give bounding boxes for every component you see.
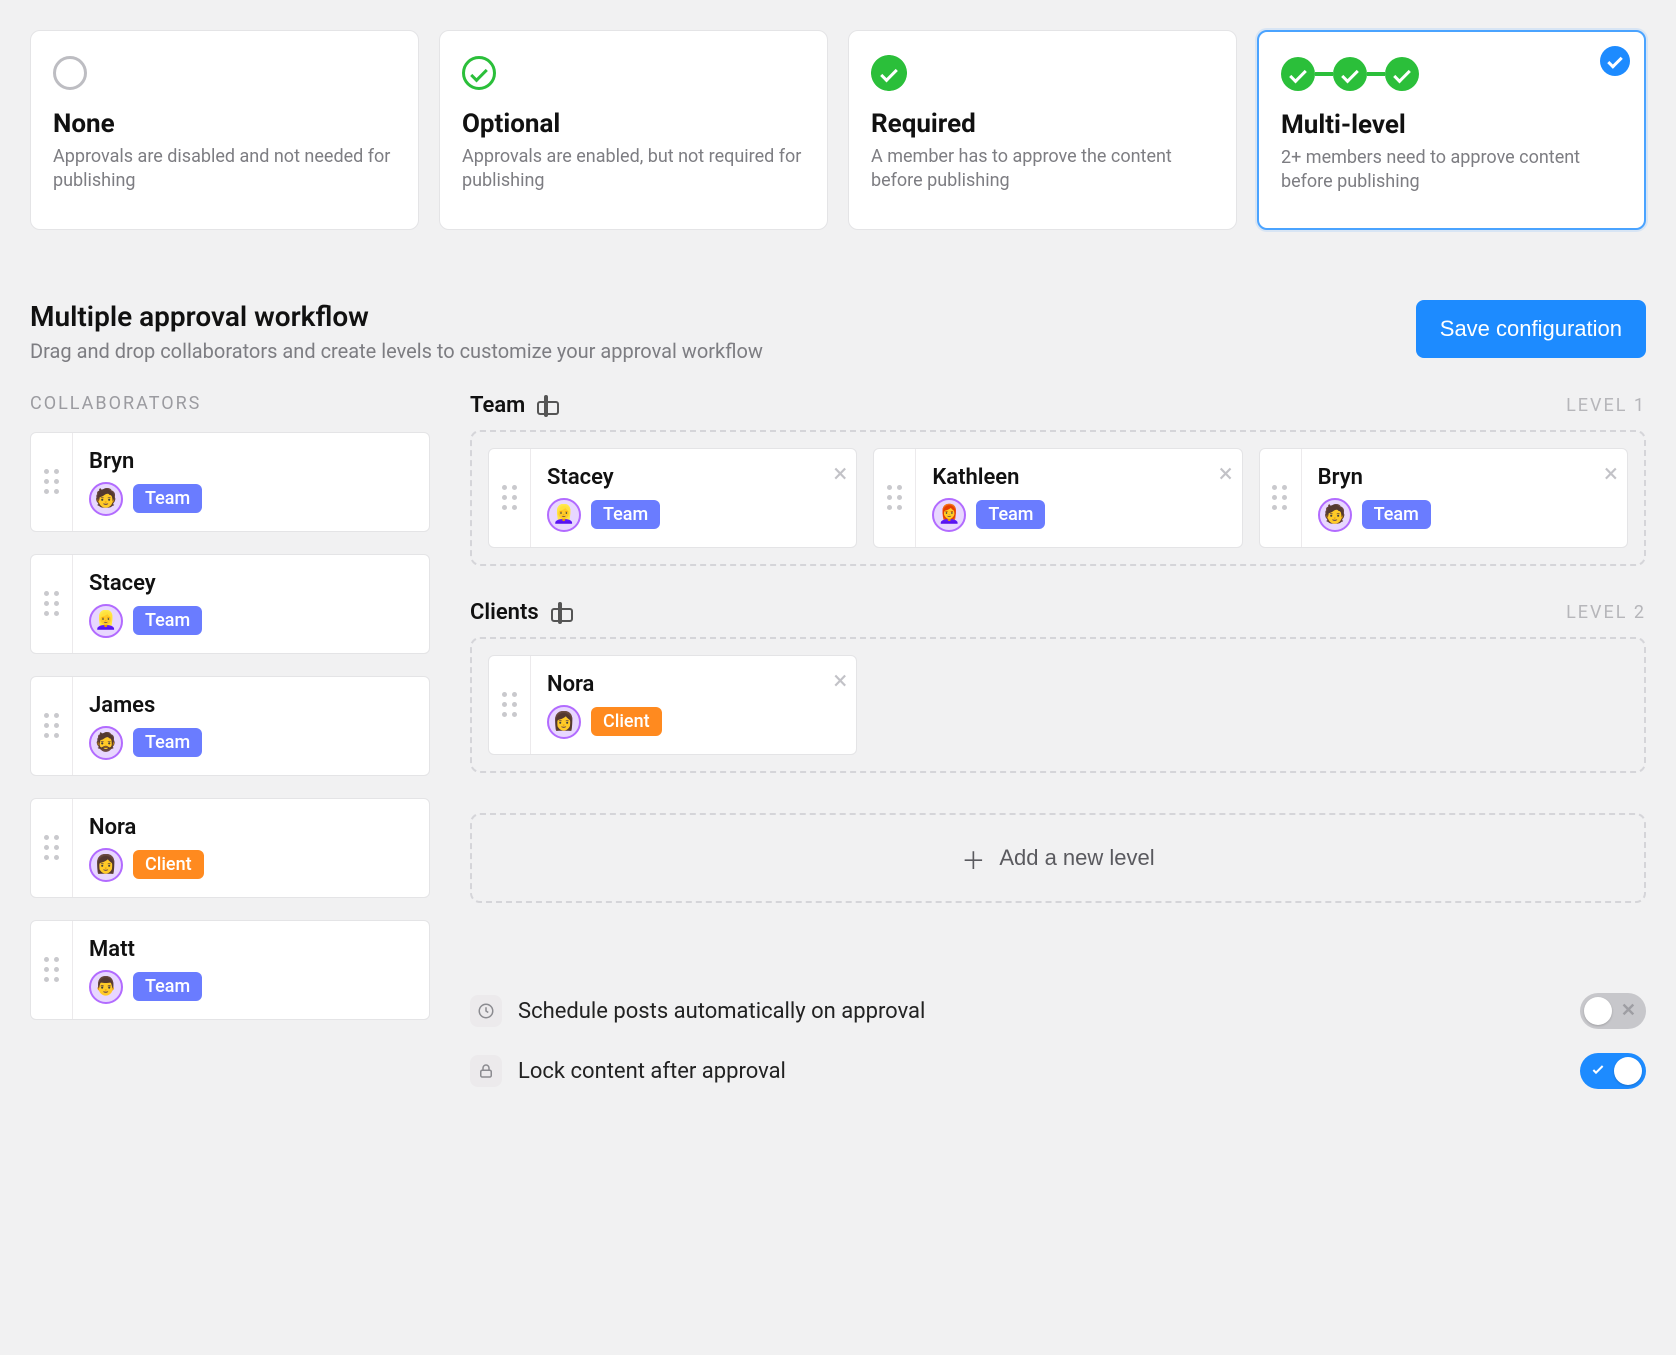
drag-handle[interactable] — [31, 921, 73, 1019]
role-tag: Team — [976, 500, 1045, 529]
drag-handle[interactable] — [489, 449, 531, 547]
toggle-label: Lock content after approval — [518, 1059, 786, 1084]
drag-handle[interactable] — [31, 433, 73, 531]
collaborator-card[interactable]: James 🧔 Team — [30, 676, 430, 776]
avatar: 👱‍♀️ — [89, 604, 123, 638]
option-required[interactable]: Required A member has to approve the con… — [848, 30, 1237, 230]
collaborator-name: Nora — [547, 672, 808, 697]
option-multilevel[interactable]: Multi-level 2+ members need to approve c… — [1257, 30, 1646, 230]
role-tag: Team — [1362, 500, 1431, 529]
collaborator-name: Kathleen — [932, 465, 1193, 490]
drag-handle[interactable] — [31, 555, 73, 653]
role-tag: Team — [133, 484, 202, 513]
collaborator-card[interactable]: Nora 👩 Client × — [488, 655, 857, 755]
option-desc: 2+ members need to approve content befor… — [1281, 146, 1622, 195]
checkmark-outline-icon — [462, 56, 496, 90]
level-name: Clients — [470, 600, 539, 625]
remove-icon[interactable]: × — [1595, 449, 1627, 547]
collaborators-column: COLLABORATORS Bryn🧑TeamStacey👱‍♀️TeamJam… — [30, 393, 430, 1089]
collaborator-name: Stacey — [547, 465, 808, 490]
level-section: Clients LEVEL 2 Nora 👩 Client × — [470, 600, 1646, 773]
role-tag: Team — [133, 972, 202, 1001]
option-desc: Approvals are disabled and not needed fo… — [53, 145, 396, 194]
add-level-label: Add a new level — [999, 845, 1154, 871]
level-label: LEVEL 2 — [1566, 602, 1646, 623]
multi-check-icon — [1281, 57, 1419, 91]
collaborator-card[interactable]: Matt 👨 Team — [30, 920, 430, 1020]
role-tag: Client — [591, 707, 662, 736]
role-tag: Team — [133, 606, 202, 635]
checkmark-badge-icon — [871, 55, 907, 91]
level-label: LEVEL 1 — [1566, 395, 1646, 416]
role-tag: Client — [133, 850, 204, 879]
plus-icon: ＋ — [961, 841, 985, 876]
rename-icon[interactable] — [551, 602, 573, 624]
drag-handle[interactable] — [1260, 449, 1302, 547]
option-optional[interactable]: Optional Approvals are enabled, but not … — [439, 30, 828, 230]
approval-mode-options: None Approvals are disabled and not need… — [30, 30, 1646, 230]
level-dropzone[interactable]: Nora 👩 Client × — [470, 637, 1646, 773]
toggle-schedule[interactable]: ✕ — [1580, 993, 1646, 1029]
level-section: Team LEVEL 1 Stacey 👱‍♀️ Team × Kathleen 👩‍🦰 Tea… — [470, 393, 1646, 566]
toggle-label: Schedule posts automatically on approval — [518, 999, 925, 1024]
option-desc: Approvals are enabled, but not required … — [462, 145, 805, 194]
avatar: 👩 — [89, 848, 123, 882]
collaborator-name: Nora — [89, 815, 413, 840]
toggle-row-lock: Lock content after approval — [470, 1053, 1646, 1089]
option-title: Optional — [462, 109, 805, 139]
collaborator-name: James — [89, 693, 413, 718]
levels-column: Team LEVEL 1 Stacey 👱‍♀️ Team × Kathleen 👩‍🦰 Tea… — [470, 393, 1646, 1089]
rename-icon[interactable] — [537, 395, 559, 417]
workflow-title: Multiple approval workflow — [30, 300, 763, 333]
option-title: None — [53, 109, 396, 139]
role-tag: Team — [591, 500, 660, 529]
add-level-button[interactable]: ＋ Add a new level — [470, 813, 1646, 903]
level-name: Team — [470, 393, 525, 418]
save-configuration-button[interactable]: Save configuration — [1416, 300, 1646, 358]
avatar: 👩‍🦰 — [932, 498, 966, 532]
collaborator-name: Bryn — [89, 449, 413, 474]
workflow-subtitle: Drag and drop collaborators and create l… — [30, 339, 763, 363]
workflow-header: Multiple approval workflow Drag and drop… — [30, 300, 1646, 363]
clock-icon — [470, 995, 502, 1027]
collaborators-heading: COLLABORATORS — [30, 393, 430, 414]
collaborator-card[interactable]: Bryn 🧑 Team — [30, 432, 430, 532]
remove-icon[interactable]: × — [824, 449, 856, 547]
avatar: 👨 — [89, 970, 123, 1004]
avatar: 🧔 — [89, 726, 123, 760]
option-title: Multi-level — [1281, 110, 1622, 140]
selected-check-icon — [1600, 46, 1630, 76]
collaborator-name: Bryn — [1318, 465, 1579, 490]
drag-handle[interactable] — [31, 677, 73, 775]
lock-icon — [470, 1055, 502, 1087]
toggle-lock[interactable] — [1580, 1053, 1646, 1089]
option-desc: A member has to approve the content befo… — [871, 145, 1214, 194]
collaborator-card[interactable]: Stacey 👱‍♀️ Team — [30, 554, 430, 654]
collaborator-name: Matt — [89, 937, 413, 962]
avatar: 🧑 — [1318, 498, 1352, 532]
collaborator-name: Stacey — [89, 571, 413, 596]
toggle-row-schedule: Schedule posts automatically on approval… — [470, 993, 1646, 1029]
role-tag: Team — [133, 728, 202, 757]
options-toggles: Schedule posts automatically on approval… — [470, 993, 1646, 1089]
ring-empty-icon — [53, 56, 87, 90]
drag-handle[interactable] — [489, 656, 531, 754]
collaborator-card[interactable]: Stacey 👱‍♀️ Team × — [488, 448, 857, 548]
avatar: 🧑 — [89, 482, 123, 516]
level-dropzone[interactable]: Stacey 👱‍♀️ Team × Kathleen 👩‍🦰 Team × Bryn 🧑 Team… — [470, 430, 1646, 566]
drag-handle[interactable] — [31, 799, 73, 897]
option-none[interactable]: None Approvals are disabled and not need… — [30, 30, 419, 230]
collaborator-card[interactable]: Kathleen 👩‍🦰 Team × — [873, 448, 1242, 548]
avatar: 👩 — [547, 705, 581, 739]
collaborator-card[interactable]: Nora 👩 Client — [30, 798, 430, 898]
drag-handle[interactable] — [874, 449, 916, 547]
collaborator-card[interactable]: Bryn 🧑 Team × — [1259, 448, 1628, 548]
remove-icon[interactable]: × — [824, 656, 856, 754]
avatar: 👱‍♀️ — [547, 498, 581, 532]
option-title: Required — [871, 109, 1214, 139]
remove-icon[interactable]: × — [1210, 449, 1242, 547]
